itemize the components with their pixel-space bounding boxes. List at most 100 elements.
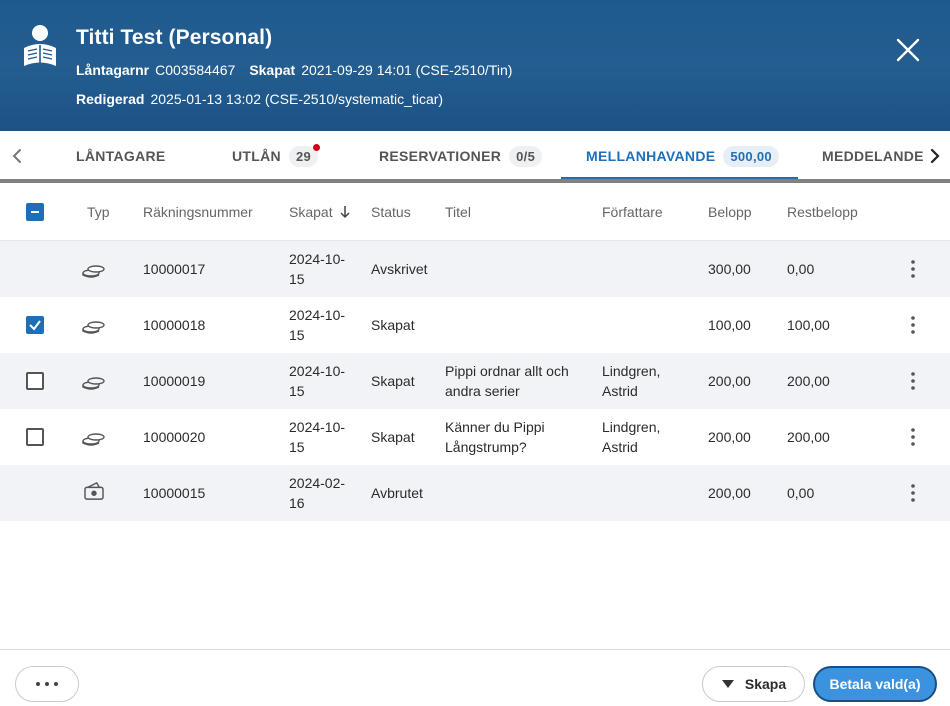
item-title-line1: Känner du Pippi [445, 419, 545, 435]
tab-count-badge: 29 [288, 143, 320, 167]
minus-icon [31, 211, 39, 213]
item-author-line1: Lindgren, [602, 419, 661, 435]
tab-count: 500,00 [723, 145, 779, 167]
borrower-no-label: Låntagarnr [76, 62, 150, 78]
remaining-amount: 0,00 [787, 485, 815, 501]
created-date-line1: 2024-10- [289, 251, 346, 267]
pay-selected-button[interactable]: Betala vald(a) [813, 666, 937, 702]
created-value: 2021-09-29 14:01 (CSE-2510/Tin) [301, 62, 513, 78]
tab-reservations[interactable]: RESERVATIONER 0/5 [379, 131, 543, 181]
more-vertical-icon[interactable] [905, 259, 921, 279]
created-date-line2: 15 [289, 271, 305, 287]
tab-label: UTLÅN [232, 148, 281, 164]
row-checkbox[interactable] [26, 372, 44, 390]
invoice-number: 10000017 [143, 261, 206, 277]
select-all-checkbox[interactable] [26, 203, 44, 221]
tab-borrower[interactable]: LÅNTAGARE [76, 131, 166, 181]
tab-loans[interactable]: UTLÅN 29 [232, 131, 320, 181]
table-row[interactable]: 10000015 2024-02- 16 Avbrutet 200,00 0,00 [0, 465, 950, 521]
header-status[interactable]: Status [371, 204, 411, 220]
edited-value: 2025-01-13 13:02 (CSE-2510/systematic_ti… [150, 91, 444, 107]
table-header: Typ Räkningsnummer Skapat Status Titel F… [0, 183, 950, 241]
row-checkbox[interactable] [26, 428, 44, 446]
created-date-line2: 16 [289, 495, 305, 511]
borrower-edit-meta: Redigerad 2025-01-13 13:02 (CSE-2510/syst… [76, 91, 443, 107]
header-created-label: Skapat [289, 204, 333, 220]
create-button[interactable]: Skapa [702, 666, 805, 702]
item-author: Lindgren, Astrid [602, 361, 660, 401]
tab-label: MEDDELANDE [822, 148, 924, 164]
header-remaining[interactable]: Restbelopp [787, 204, 858, 220]
header-author[interactable]: Författare [602, 204, 663, 220]
item-title: Känner du Pippi Långstrump? [445, 417, 545, 457]
footer-actions: Skapa Betala vald(a) [0, 649, 950, 706]
more-vertical-icon[interactable] [905, 315, 921, 335]
check-icon [29, 320, 41, 331]
header-created[interactable]: Skapat [289, 204, 351, 220]
status: Skapat [371, 317, 415, 333]
invoice-number: 10000020 [143, 429, 206, 445]
created-date: 2024-02- 16 [289, 473, 345, 513]
item-title-line2: Långstrump? [445, 439, 527, 455]
created-date: 2024-10- 15 [289, 361, 345, 401]
remaining-amount: 200,00 [787, 429, 830, 445]
table-row[interactable]: 10000017 2024-10- 15 Avskrivet 300,00 0,0… [0, 241, 950, 297]
borrower-name: Titti Test (Personal) [76, 26, 273, 49]
amount: 200,00 [708, 429, 751, 445]
more-vertical-icon[interactable] [905, 427, 921, 447]
chevron-left-icon[interactable] [8, 145, 26, 167]
borrower-meta: Låntagarnr C003584467 Skapat 2021-09-29 14:… [76, 62, 526, 78]
header-type: Typ [87, 204, 110, 220]
item-author: Lindgren, Astrid [602, 417, 660, 457]
coins-icon [82, 377, 105, 390]
tab-count: 0/5 [509, 145, 543, 167]
item-author-line1: Lindgren, [602, 363, 661, 379]
tab-balance[interactable]: MELLANHAVANDE 500,00 [586, 131, 779, 181]
table-row[interactable]: 10000018 2024-10- 15 Skapat 100,00 100,00 [0, 297, 950, 353]
row-checkbox[interactable] [26, 316, 44, 334]
item-title-line2: andra serier [445, 383, 520, 399]
amount: 200,00 [708, 485, 751, 501]
table-row[interactable]: 10000019 2024-10- 15 Skapat Pippi ordnar … [0, 353, 950, 409]
notification-dot [313, 143, 320, 151]
coins-icon [82, 321, 105, 334]
created-date-line2: 15 [289, 327, 305, 343]
remaining-amount: 200,00 [787, 373, 830, 389]
table-row[interactable]: 10000020 2024-10- 15 Skapat Känner du Pip… [0, 409, 950, 465]
status: Avbrutet [371, 485, 423, 501]
created-date: 2024-10- 15 [289, 249, 345, 289]
reader-avatar-icon [24, 25, 56, 66]
created-date-line1: 2024-02- [289, 475, 346, 491]
created-date-line2: 15 [289, 439, 305, 455]
chevron-right-icon[interactable] [926, 145, 944, 167]
caret-down-icon [721, 680, 734, 688]
amount: 200,00 [708, 373, 751, 389]
sort-down-icon [340, 206, 351, 219]
invoice-number: 10000019 [143, 373, 206, 389]
tab-count: 29 [295, 148, 311, 164]
created-date-line1: 2024-10- [289, 363, 346, 379]
item-title-line1: Pippi ordnar allt och [445, 363, 569, 379]
header-title[interactable]: Titel [445, 204, 471, 220]
header-amount[interactable]: Belopp [708, 204, 752, 220]
amount: 300,00 [708, 261, 751, 277]
tab-messages[interactable]: MEDDELANDE [822, 131, 924, 181]
more-vertical-icon[interactable] [905, 483, 921, 503]
created-date-line1: 2024-10- [289, 307, 346, 323]
remaining-amount: 100,00 [787, 317, 830, 333]
create-button-label: Skapa [744, 676, 787, 692]
created-label: Skapat [249, 62, 296, 78]
tab-label: RESERVATIONER [379, 148, 502, 164]
amount: 100,00 [708, 317, 751, 333]
created-date-line1: 2024-10- [289, 419, 346, 435]
item-author-line2: Astrid [602, 439, 638, 455]
invoice-number: 10000018 [143, 317, 206, 333]
coins-icon [82, 433, 105, 446]
more-vertical-icon[interactable] [905, 371, 921, 391]
more-actions-button[interactable] [15, 666, 79, 702]
item-author-line2: Astrid [602, 383, 638, 399]
header-number[interactable]: Räkningsnummer [143, 204, 253, 220]
banknote-icon [84, 482, 104, 500]
created-date-line2: 15 [289, 383, 305, 399]
close-icon[interactable] [893, 35, 923, 65]
